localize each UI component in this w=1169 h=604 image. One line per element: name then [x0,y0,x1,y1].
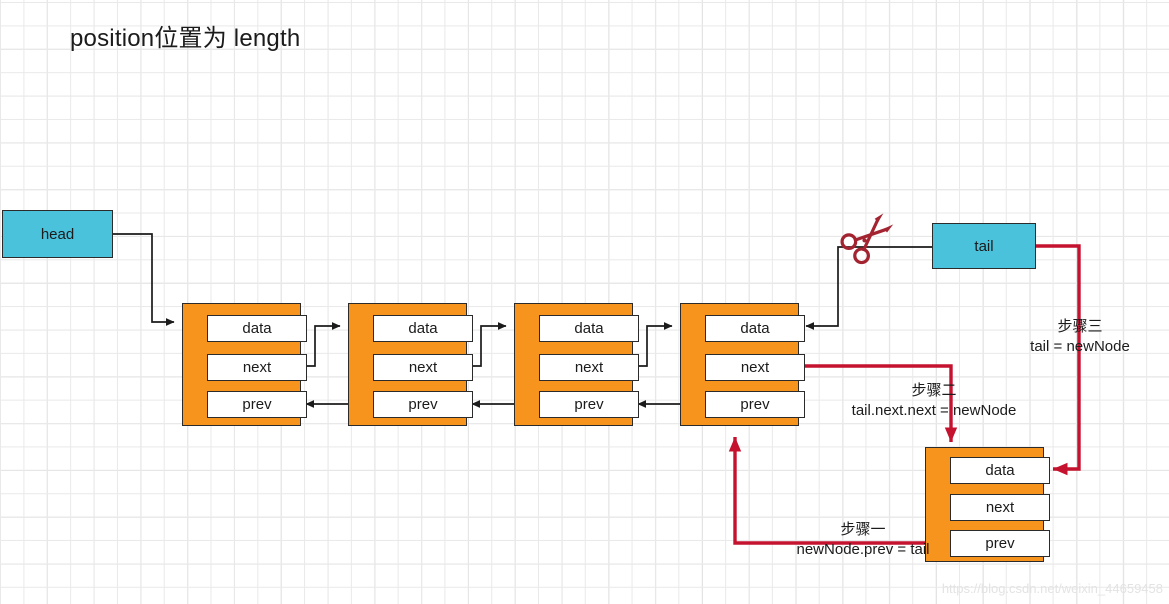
node-3-field-data[interactable]: data [539,315,639,342]
node-1[interactable]: data next prev [182,303,307,426]
annotation-step-three-code: tail = newNode [1030,338,1130,355]
watermark: https://blog.csdn.net/weixin_44659458 [941,581,1163,596]
annotation-step-two-step: 步骤二 [911,382,957,399]
node-2-field-prev[interactable]: prev [373,391,473,418]
annotation-step-three-step: 步骤三 [1057,318,1103,335]
annotation-step-three: 步骤三 tail = newNode [1000,317,1160,357]
node-1-field-next[interactable]: next [207,354,307,381]
node-2[interactable]: data next prev [348,303,473,426]
diagram-canvas: position位置为 length head tail data next p… [0,0,1169,604]
node-3-field-next[interactable]: next [539,354,639,381]
annotation-step-two: 步骤二 tail.next.next = newNode [824,381,1044,421]
annotation-step-one: 步骤一 newNode.prev = tail [748,520,978,560]
node-4[interactable]: data next prev [680,303,805,426]
head-pointer-box[interactable]: head [2,210,113,258]
node-3[interactable]: data next prev [514,303,639,426]
node-2-field-next[interactable]: next [373,354,473,381]
annotation-step-one-code: newNode.prev = tail [796,541,930,558]
node-3-field-prev[interactable]: prev [539,391,639,418]
annotation-step-two-code: tail.next.next = newNode [851,402,1017,419]
node-1-field-prev[interactable]: prev [207,391,307,418]
node-4-field-prev[interactable]: prev [705,391,805,418]
new-node-field-data[interactable]: data [950,457,1050,484]
node-4-field-data[interactable]: data [705,315,805,342]
node-4-field-next[interactable]: next [705,354,805,381]
tail-pointer-box[interactable]: tail [932,223,1036,269]
tail-pointer-label: tail [974,237,994,255]
link-head-to-node1 [113,233,175,326]
head-pointer-label: head [40,225,75,243]
node-1-field-data[interactable]: data [207,315,307,342]
link-step-three-tail-to-newnode [1036,244,1081,476]
annotation-step-one-step: 步骤一 [840,521,886,538]
node-2-field-data[interactable]: data [373,315,473,342]
new-node-field-next[interactable]: next [950,494,1050,521]
scissors-icon [840,213,894,265]
